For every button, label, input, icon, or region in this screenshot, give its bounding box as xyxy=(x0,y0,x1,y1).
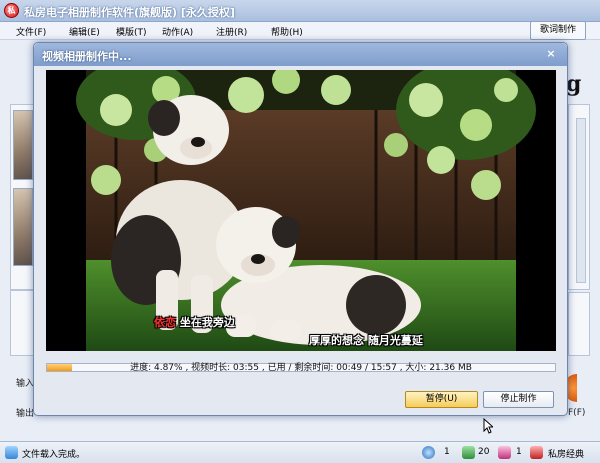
photo-thumbnail[interactable] xyxy=(13,110,33,180)
status-bar: 文件载入完成。 1 20 1 私房经典 xyxy=(0,441,600,463)
globe-icon xyxy=(422,446,435,459)
right-shortcut-label[interactable]: F(F) xyxy=(568,408,585,418)
input-label: 输入 xyxy=(16,379,35,389)
stop-making-button[interactable]: 停止制作 xyxy=(483,391,554,408)
app-title: 私房电子相册制作软件(旗舰版) [永久授权] xyxy=(24,6,235,19)
menu-file[interactable]: 文件(F) xyxy=(16,25,46,38)
pause-button[interactable]: 暂停(U) xyxy=(405,391,478,408)
right-scrollbar[interactable] xyxy=(576,118,586,283)
brand-letter: g xyxy=(566,71,582,97)
menu-action[interactable]: 动作(A) xyxy=(162,25,193,38)
right-track-panel xyxy=(568,292,590,356)
lyric-sung-text: 依恋 xyxy=(154,316,176,329)
menu-register[interactable]: 注册(R) xyxy=(216,25,247,38)
status-count-c: 1 xyxy=(516,447,522,457)
dialog-title: 视频相册制作中... xyxy=(42,50,132,63)
mouse-cursor-icon xyxy=(483,418,493,434)
lyric-line-2: 厚厚的想念 随月光蔓延 xyxy=(309,334,423,347)
status-count-a: 1 xyxy=(444,447,450,457)
menu-edit[interactable]: 编辑(E) xyxy=(69,25,100,38)
lyrics-maker-button[interactable]: 歌词制作 xyxy=(530,21,586,40)
menu-template[interactable]: 模版(T) xyxy=(116,25,147,38)
status-message: 文件载入完成。 xyxy=(22,450,86,460)
progress-text: 进度: 4.87% , 视频时长: 03:55 , 已用 / 剩余时间: 00:… xyxy=(130,363,472,373)
lyric-line-1: 依恋 坐在我旁边 xyxy=(154,314,235,330)
video-progress-dialog: 视频相册制作中... × 依恋 坐在我旁边 厚厚的想念 随月光蔓延 进度: 4.… xyxy=(33,42,568,416)
close-icon[interactable]: × xyxy=(543,46,559,62)
music-icon xyxy=(498,446,511,459)
preview-photo xyxy=(76,70,536,351)
photo-icon xyxy=(462,446,475,459)
main-title-bar: 私 私房电子相册制作软件(旗舰版) [永久授权] xyxy=(0,0,600,22)
lyric-unsung-text: 坐在我旁边 xyxy=(176,316,235,329)
menu-help[interactable]: 帮助(H) xyxy=(271,25,303,38)
menu-bar: 文件(F) 编辑(E) 模版(T) 动作(A) 注册(R) 帮助(H) xyxy=(0,22,600,40)
app-logo-icon: 私 xyxy=(4,3,19,18)
status-count-b: 20 xyxy=(478,447,490,457)
brand-icon xyxy=(530,446,543,459)
document-icon xyxy=(5,446,18,459)
video-preview: 依恋 坐在我旁边 厚厚的想念 随月光蔓延 xyxy=(46,70,556,351)
output-label: 输出 xyxy=(16,409,35,419)
dialog-title-bar: 视频相册制作中... × xyxy=(34,43,567,66)
photo-thumbnail[interactable] xyxy=(13,188,33,266)
status-brand: 私房经典 xyxy=(548,450,585,460)
